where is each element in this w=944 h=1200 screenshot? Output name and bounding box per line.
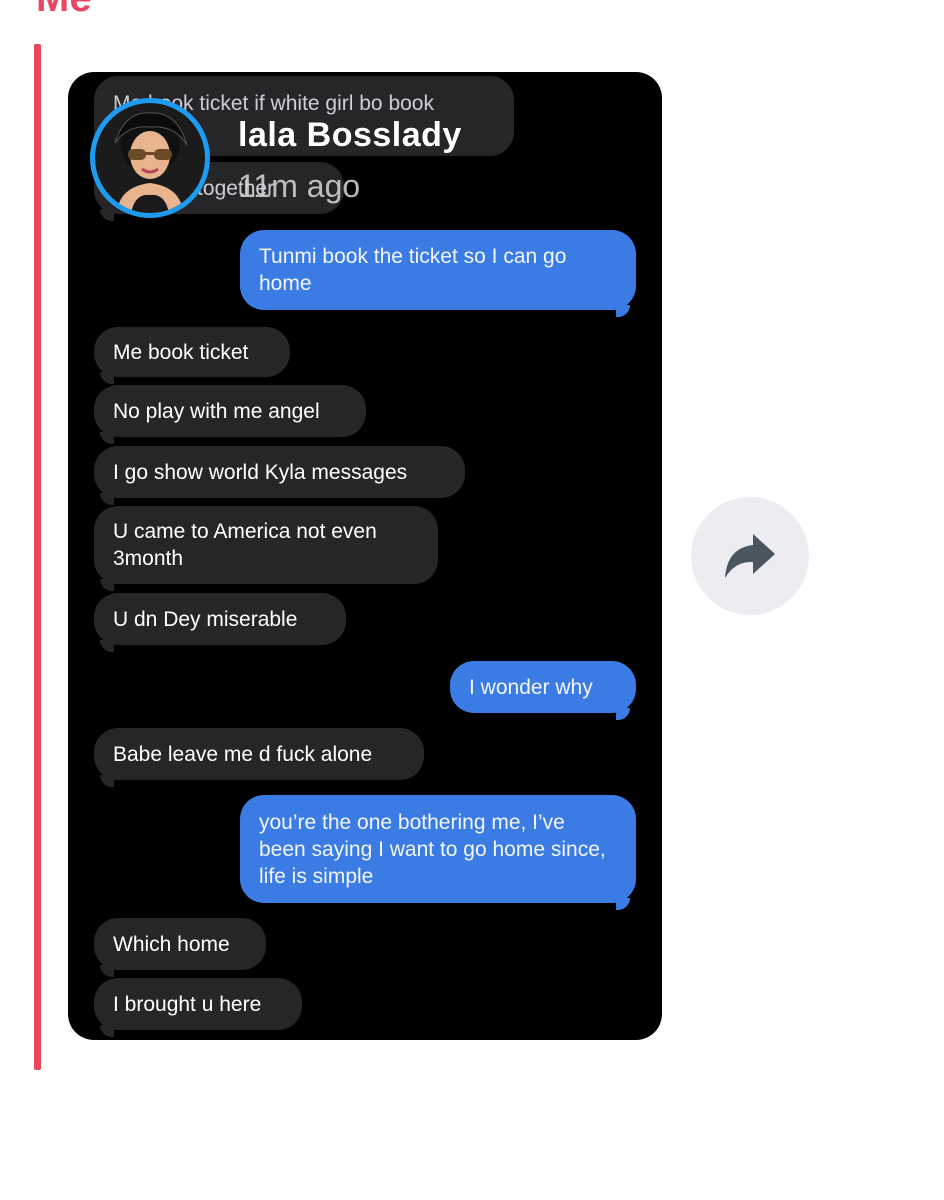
- message-bubble-incoming: U came to America not even 3month: [94, 506, 438, 591]
- message-bubble-incoming: Babe leave me d fuck alone: [94, 728, 424, 787]
- message-text: U dn Dey miserable: [113, 607, 298, 631]
- message-text: Babe leave me d fuck alone: [113, 742, 373, 766]
- message-text: Me book ticket: [113, 340, 249, 364]
- message-text: I wonder why: [469, 675, 593, 699]
- post-heading: Me: [36, 0, 92, 18]
- message-bubble-incoming: No play with me angel: [94, 385, 366, 444]
- message-text: No play with me angel: [113, 399, 320, 423]
- message-bubble-outgoing: I wonder why: [450, 661, 636, 720]
- chat-screenshot[interactable]: Me book ticket if white girl bo book U g…: [68, 72, 662, 1040]
- share-arrow-icon: [725, 534, 775, 578]
- message-bubble-incoming: Which home: [94, 918, 266, 977]
- quote-bar: [34, 44, 41, 1070]
- message-bubble-incoming: Me book ticket: [94, 327, 290, 384]
- message-bubble-incoming: I go show world Kyla messages: [94, 446, 465, 505]
- contact-name: lala Bosslady: [238, 116, 462, 154]
- message-text: I brought u here: [113, 992, 262, 1016]
- message-text: you’re the one bothering me, I’ve been s…: [259, 810, 606, 888]
- message-bubble-incoming: U dn Dey miserable: [94, 593, 346, 652]
- message-text: Which home: [113, 932, 230, 956]
- message-bubble-outgoing: you’re the one bothering me, I’ve been s…: [240, 795, 636, 910]
- message-text: U came to America not even 3month: [113, 520, 377, 570]
- share-button[interactable]: [691, 497, 809, 615]
- avatar[interactable]: [90, 98, 210, 218]
- message-text: I go show world Kyla messages: [113, 460, 408, 484]
- message-text: Tunmi book the ticket so I can go home: [259, 245, 567, 295]
- story-time: 11m ago: [238, 168, 361, 204]
- message-bubble-outgoing: Tunmi book the ticket so I can go home: [240, 230, 636, 317]
- message-bubble-incoming: I brought u here: [94, 978, 302, 1037]
- bitmoji-avatar-icon: [114, 112, 188, 213]
